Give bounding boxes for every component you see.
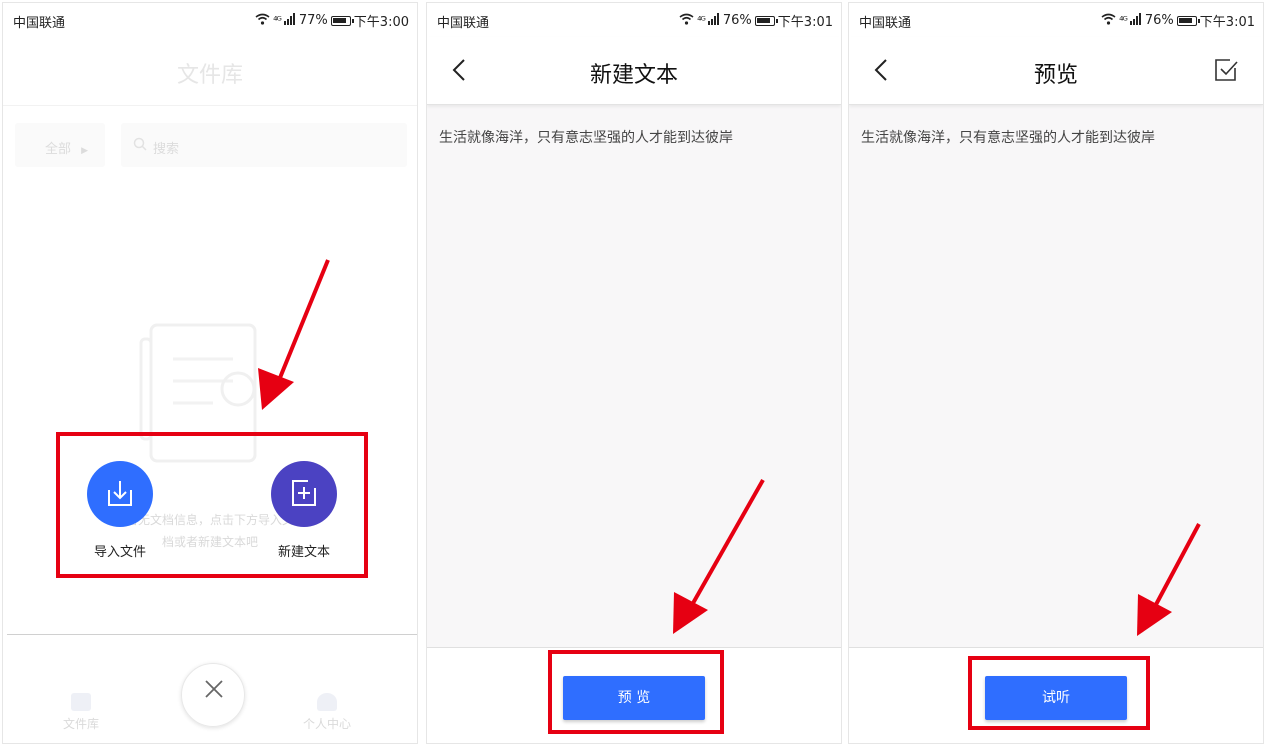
- battery-percent: 77%: [298, 13, 328, 28]
- clock: 下午3:00: [353, 15, 409, 30]
- filter-label: 全部: [45, 142, 72, 157]
- battery-icon: [754, 15, 778, 26]
- annotation-highlight-listen-button: [968, 656, 1150, 730]
- close-menu-button[interactable]: [181, 663, 245, 727]
- filter-dropdown[interactable]: 全部 ▶: [15, 123, 105, 167]
- screenshot-canvas: 中国联通 ⁴ᴳ 77% 下午3:00 文件库 全部 ▶ 搜索 暂无文档信息，点击…: [0, 0, 1268, 748]
- annotation-highlight-fab-menu: [56, 432, 368, 578]
- checkbox-check-icon[interactable]: [1213, 57, 1239, 83]
- search-input[interactable]: 搜索: [121, 123, 407, 167]
- search-icon: [133, 137, 147, 155]
- network-type: ⁴ᴳ: [697, 14, 706, 27]
- network-type: ⁴ᴳ: [1119, 14, 1128, 27]
- navigation-bar: 新建文本: [427, 37, 841, 105]
- phone-preview-screen: 中国联通 ⁴ᴳ 76% 下午3:01 预览 生活就像海洋，只有意志坚强的人才能到…: [848, 2, 1264, 744]
- signal-icon: [707, 12, 720, 29]
- network-type: ⁴ᴳ: [273, 14, 282, 27]
- text-editor-area[interactable]: 生活就像海洋，只有意志坚强的人才能到达彼岸: [439, 127, 733, 147]
- triangle-right-icon: ▶: [81, 146, 89, 156]
- status-bar: 中国联通 ⁴ᴳ 76% 下午3:01: [427, 3, 841, 37]
- tabbar-divider: [7, 634, 417, 635]
- battery-percent: 76%: [1144, 13, 1174, 28]
- status-indicators: ⁴ᴳ 76% 下午3:01: [679, 11, 833, 30]
- status-bar: 中国联通 ⁴ᴳ 76% 下午3:01: [849, 3, 1263, 37]
- page-title: 新建文本: [589, 63, 678, 88]
- wifi-icon: [255, 13, 270, 29]
- preview-text-area: 生活就像海洋，只有意志坚强的人才能到达彼岸: [861, 130, 1155, 146]
- annotation-highlight-preview-button: [548, 650, 724, 734]
- signal-icon: [1129, 12, 1142, 29]
- signal-icon: [283, 12, 296, 29]
- battery-icon: [1176, 15, 1200, 26]
- navigation-bar: 预览: [849, 37, 1263, 105]
- folder-icon: [71, 693, 91, 711]
- clock: 下午3:01: [1199, 15, 1255, 30]
- header-divider: [3, 105, 417, 106]
- tab-library-label: 文件库: [63, 717, 100, 731]
- page-title: 文件库: [176, 63, 243, 88]
- battery-percent: 76%: [722, 13, 752, 28]
- wifi-icon: [1101, 13, 1116, 29]
- search-placeholder: 搜索: [153, 142, 180, 157]
- status-indicators: ⁴ᴳ 76% 下午3:01: [1101, 11, 1255, 30]
- carrier-name: 中国联通: [437, 16, 490, 31]
- person-icon: [317, 693, 337, 711]
- close-icon: [205, 680, 223, 698]
- tab-library[interactable]: 文件库: [63, 693, 99, 732]
- battery-icon: [330, 15, 354, 26]
- page-title: 预览: [1033, 63, 1078, 88]
- clock: 下午3:01: [777, 15, 833, 30]
- wifi-icon: [679, 13, 694, 29]
- phone-new-text-screen: 中国联通 ⁴ᴳ 76% 下午3:01 新建文本 生活就像海洋，只有意志坚强的人才…: [426, 2, 842, 744]
- tab-profile[interactable]: 个人中心: [303, 693, 351, 732]
- phone-library-screen: 中国联通 ⁴ᴳ 77% 下午3:00 文件库 全部 ▶ 搜索 暂无文档信息，点击…: [2, 2, 418, 744]
- status-bar: 中国联通 ⁴ᴳ 77% 下午3:00: [3, 3, 417, 37]
- carrier-name: 中国联通: [859, 16, 912, 31]
- status-indicators: ⁴ᴳ 77% 下午3:00: [255, 11, 409, 30]
- carrier-name: 中国联通: [13, 16, 66, 31]
- tab-profile-label: 个人中心: [303, 717, 352, 731]
